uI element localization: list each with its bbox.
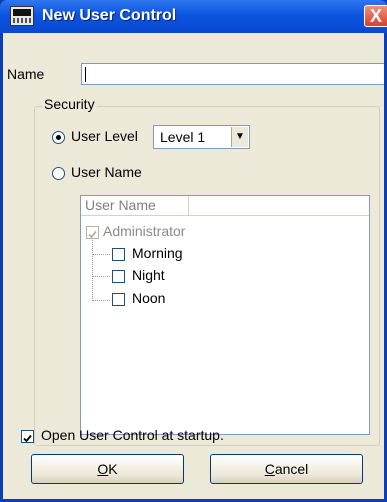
window-title: New User Control	[42, 7, 177, 24]
user-name-column-header[interactable]: User Name	[81, 196, 189, 216]
user-name-list[interactable]: User Name Administrator Morning Night No…	[80, 195, 370, 435]
open-at-startup-label: Open User Control at startup.	[41, 427, 224, 443]
user-level-radio[interactable]	[52, 131, 65, 144]
noon-label: Noon	[132, 290, 166, 306]
cancel-label: ancel	[274, 461, 309, 477]
dialog-window: New User Control X Name Security User Le…	[0, 0, 387, 502]
cancel-mnemonic: C	[264, 461, 275, 477]
night-label: Night	[132, 267, 165, 283]
checkmark-icon	[88, 230, 97, 239]
close-button[interactable]: X	[364, 5, 387, 27]
security-group-title: Security	[42, 96, 97, 112]
administrator-checkbox	[86, 226, 99, 239]
user-level-label: User Level	[71, 128, 138, 144]
night-checkbox[interactable]	[112, 270, 125, 283]
radio-selected-dot	[56, 135, 61, 140]
title-bar[interactable]: New User Control X	[0, 0, 387, 33]
user-level-value: Level 1	[160, 129, 206, 145]
morning-checkbox[interactable]	[112, 248, 125, 261]
column-header-filler	[189, 196, 369, 216]
name-label: Name	[7, 66, 45, 82]
user-level-select[interactable]: Level 1 ▼	[153, 125, 250, 149]
dme-app-icon	[10, 6, 34, 26]
ok-label: K	[108, 461, 118, 477]
tree-connector	[92, 300, 110, 301]
dropdown-arrow-icon[interactable]: ▼	[231, 127, 248, 147]
user-name-label: User Name	[71, 164, 142, 180]
dialog-client-area: Name Security User Level Level 1 ▼ User …	[3, 33, 387, 499]
name-input[interactable]	[81, 63, 387, 85]
user-name-radio[interactable]	[52, 167, 65, 180]
tree-connector	[92, 276, 110, 277]
tree-connector	[92, 254, 110, 255]
ok-button[interactable]: OK	[31, 454, 184, 484]
text-caret	[85, 67, 86, 82]
tree-connector	[92, 240, 93, 301]
cancel-button[interactable]: Cancel	[210, 454, 363, 484]
noon-checkbox[interactable]	[112, 293, 125, 306]
open-at-startup-checkbox[interactable]	[21, 430, 34, 443]
checkmark-icon	[23, 434, 32, 443]
ok-mnemonic: O	[97, 461, 109, 477]
administrator-label: Administrator	[103, 223, 186, 239]
morning-label: Morning	[132, 245, 183, 261]
